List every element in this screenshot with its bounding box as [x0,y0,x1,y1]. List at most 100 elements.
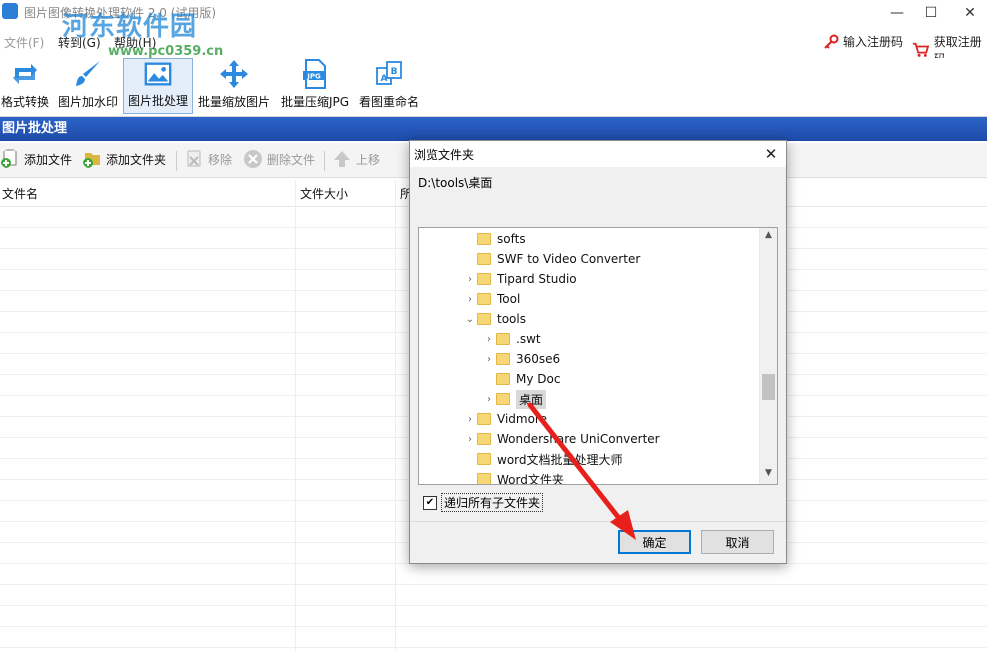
expand-chevron-icon[interactable]: › [482,394,496,405]
folder-icon [477,413,491,425]
tree-node-label: tools [497,312,526,326]
ok-button[interactable]: 确定 [618,530,691,554]
tree-node[interactable]: SWF to Video Converter [463,249,640,269]
tree-node[interactable]: › Vidmore [463,409,547,429]
tree-node[interactable]: › Tool [463,289,520,309]
scroll-up-icon[interactable]: ▲ [760,230,777,244]
menu-help[interactable]: 帮助(H) [114,34,156,51]
tree-node[interactable]: ⌄ tools [463,309,526,329]
tool-batch-resize[interactable]: 批量缩放图片 [196,58,272,114]
tree-node-label: My Doc [516,372,561,386]
expand-chevron-icon[interactable]: › [463,434,477,445]
table-row[interactable] [0,626,987,627]
tree-node[interactable]: My Doc [482,369,560,389]
column-filename[interactable]: 文件名 [2,185,38,202]
tool-label: 批量缩放图片 [197,95,270,109]
close-button[interactable]: ✕ [955,2,985,24]
main-toolbar: 格式转换 图片加水印 图片批处理 批量缩放图片 JPG 批量压缩JPG AB 看… [0,58,987,117]
tree-node[interactable]: softs [463,229,526,249]
key-icon [824,34,839,49]
tool-label: 批量压缩JPG [280,95,350,109]
app-icon [2,3,18,19]
image-icon [144,62,172,86]
tree-node-label: Tool [497,292,521,306]
tool-format-convert[interactable]: 格式转换 [0,58,50,114]
column-filesize[interactable]: 文件大小 [300,185,348,202]
scroll-thumb[interactable] [762,374,775,400]
tree-node[interactable]: › Wondershare UniConverter [463,429,660,449]
arrow-up-icon [334,151,350,167]
expand-chevron-icon[interactable]: › [463,274,477,285]
folder-icon [477,293,491,305]
tree-node-label: Word文件夹 [497,472,564,485]
svg-text:A: A [381,74,388,84]
remove-icon [187,150,201,167]
tool-watermark[interactable]: 图片加水印 [56,58,120,114]
menu-goto[interactable]: 转到(G) [58,34,101,51]
move-up-label: 上移 [356,152,381,167]
folder-icon [496,333,510,345]
expand-chevron-icon[interactable]: › [482,354,496,365]
folder-icon [496,353,510,365]
tree-node[interactable]: › .swt [482,329,541,349]
table-row[interactable] [0,647,987,648]
folder-tree[interactable]: softs SWF to Video Converter › Tipard Studi… [418,227,778,485]
section-header: 图片批处理 [0,117,987,141]
tree-node-label: word文档批量处理大师 [497,452,623,467]
tree-node[interactable]: › Tipard Studio [463,269,577,289]
enter-register-label: 输入注册码 [843,35,904,49]
move-up-button[interactable]: 上移 [332,149,380,169]
tool-compress-jpg[interactable]: JPG 批量压缩JPG [278,58,352,114]
checkbox-box[interactable]: ✔ [423,495,437,510]
dialog-close-button[interactable]: ✕ [760,143,782,165]
expand-chevron-icon[interactable]: › [463,294,477,305]
tree-node-label: 桌面 [516,389,547,409]
maximize-button[interactable]: ☐ [916,2,946,24]
expand-chevron-icon[interactable]: ⌄ [463,314,477,325]
folder-icon [477,233,491,245]
tree-node[interactable]: word文档批量处理大师 [463,449,623,469]
menu-file[interactable]: 文件(F) [4,34,44,51]
add-file-button[interactable]: 添加文件 [0,149,72,169]
minimize-button[interactable]: — [882,2,912,24]
expand-chevron-icon[interactable]: › [463,414,477,425]
folder-icon [477,253,491,265]
tree-node-label: Vidmore [497,412,547,426]
cancel-button[interactable]: 取消 [701,530,774,554]
tool-batch-process[interactable]: 图片批处理 [123,58,193,114]
remove-label: 移除 [208,152,233,167]
brush-icon [76,61,100,86]
tool-label: 看图重命名 [358,95,419,109]
section-title: 图片批处理 [2,121,68,136]
rotate-arrows-icon [13,64,37,84]
recurse-subfolders-checkbox[interactable]: ✔ 递归所有子文件夹 [423,493,544,512]
table-row[interactable] [0,584,987,585]
tree-node[interactable]: › 桌面 [482,389,547,409]
svg-text:B: B [391,67,398,77]
folder-icon [477,473,491,484]
folder-icon [496,373,510,385]
tree-node[interactable]: › 360se6 [482,349,560,369]
delete-file-label: 删除文件 [267,152,316,167]
tool-rename[interactable]: AB 看图重命名 [358,58,420,114]
add-folder-button[interactable]: 添加文件夹 [82,149,166,169]
table-row[interactable] [0,605,987,606]
add-file-label: 添加文件 [24,152,73,167]
toolbar-separator [176,151,177,171]
tree-node-label: softs [497,232,526,246]
tool-label: 图片批处理 [127,94,188,108]
scroll-down-icon[interactable]: ▼ [760,468,777,482]
folder-icon [477,273,491,285]
tree-node[interactable]: Word文件夹 [463,469,564,485]
remove-button[interactable]: 移除 [184,149,232,169]
enter-register-code-button[interactable]: 输入注册码 [823,33,903,50]
recurse-label: 递归所有子文件夹 [441,493,544,512]
tool-label: 格式转换 [0,95,49,109]
svg-text:JPG: JPG [306,73,321,81]
delete-file-button[interactable]: 删除文件 [243,149,315,169]
tree-node-label: Tipard Studio [497,272,577,286]
tree-scrollbar[interactable]: ▲ ▼ [759,228,777,484]
expand-chevron-icon[interactable]: › [482,334,496,345]
tree-node-label: Wondershare UniConverter [497,432,660,446]
tree-node-label: 360se6 [516,352,561,366]
